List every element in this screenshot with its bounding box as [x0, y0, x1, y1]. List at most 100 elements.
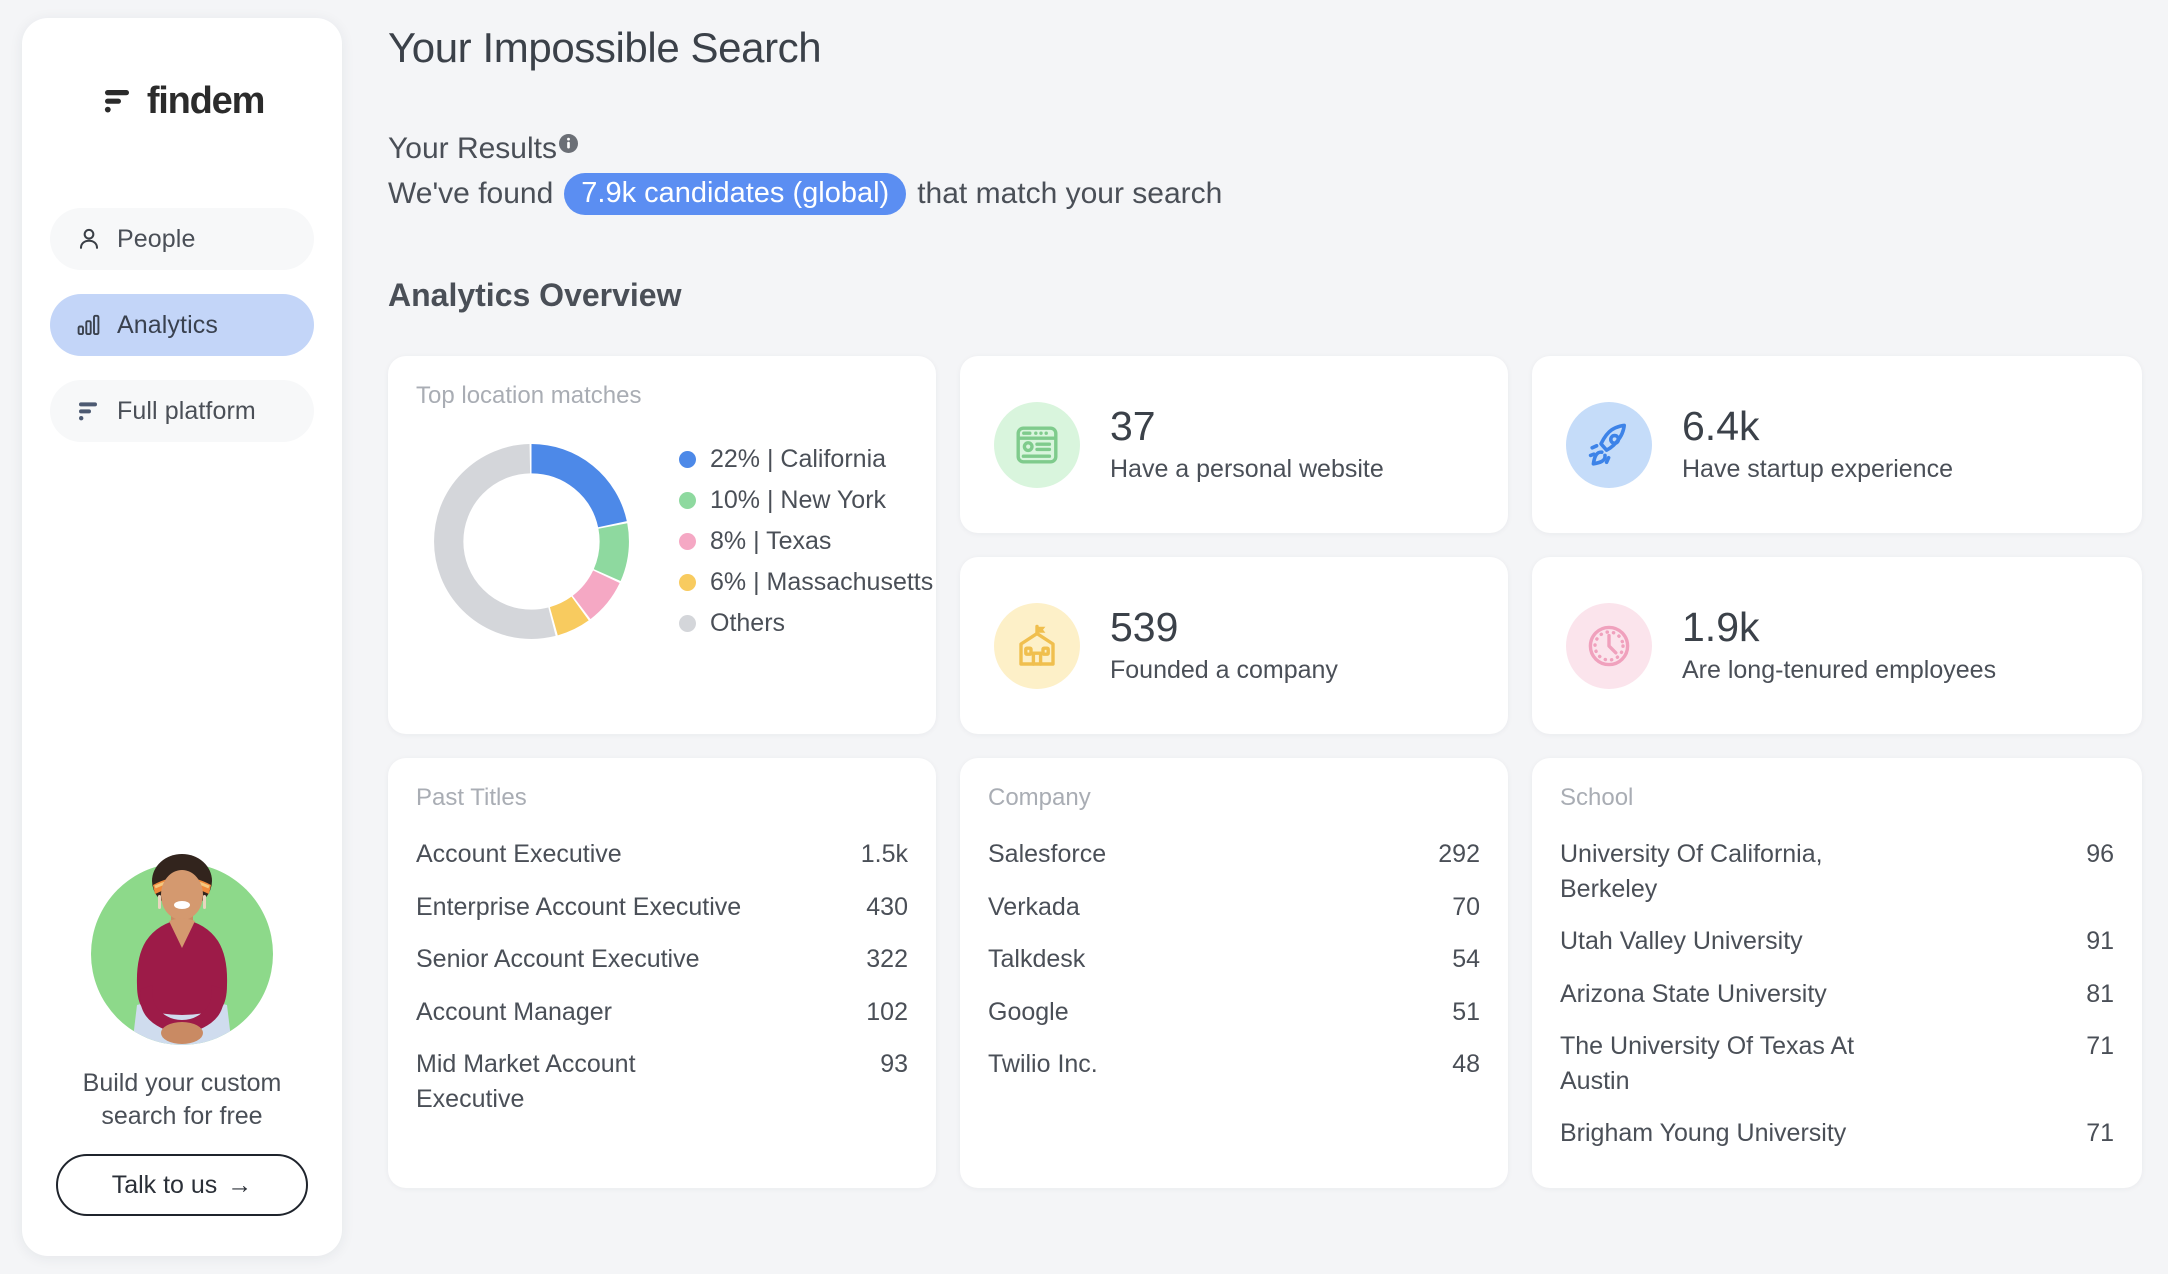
legend-color-dot — [679, 533, 696, 551]
list-item: University Of California, Berkeley 96 — [1560, 828, 2114, 915]
list-item-value: 96 — [2086, 840, 2114, 869]
legend-item: 22% | California — [679, 445, 933, 474]
past-titles-title: Past Titles — [416, 784, 527, 812]
stat-value-startup-experience: 6.4k — [1682, 402, 1760, 449]
list-item-value: 430 — [866, 892, 908, 921]
main-content: Your Impossible Search Your Results We'v… — [360, 0, 2168, 1274]
stat-value-long-tenured: 1.9k — [1682, 603, 1760, 650]
info-icon[interactable] — [558, 132, 578, 153]
stat-card-startup-experience: 6.4k Have startup experience — [1532, 356, 2142, 534]
cta-text: Build your custom search for free — [83, 1067, 282, 1132]
list-item-value: 91 — [2086, 927, 2114, 956]
talk-to-us-label: Talk to us — [111, 1170, 218, 1199]
list-item-name: Senior Account Executive — [416, 945, 700, 974]
page-title: Your Impossible Search — [388, 24, 822, 71]
list-item-value: 48 — [1452, 1050, 1480, 1079]
list-item-name: Twilio Inc. — [988, 1050, 1098, 1079]
legend-item: Others — [679, 609, 933, 638]
sidebar-card: findem People Analytics Full platform Bu… — [22, 18, 342, 1256]
list-item-value: 81 — [2086, 979, 2114, 1008]
school-title: School — [1560, 784, 1634, 812]
list-item: Google 51 — [988, 986, 1480, 1039]
results-label: Your Results — [388, 132, 557, 165]
past-titles-card: Past Titles Account Executive 1.5k Enterpr… — [388, 758, 936, 1189]
list-item-name: Account Manager — [416, 997, 612, 1026]
list-item: Twilio Inc. 48 — [988, 1038, 1480, 1091]
company-title: Company — [988, 784, 1091, 812]
results-heading: Your Results — [388, 132, 2142, 166]
legend-color-dot — [679, 492, 696, 510]
list-item-value: 70 — [1452, 892, 1480, 921]
findem-logo-mark-icon — [100, 84, 134, 118]
stat-label-long-tenured: Are long-tenured employees — [1682, 655, 1997, 684]
avatar — [91, 854, 273, 1045]
top-location-matches-title: Top location matches — [416, 382, 642, 410]
sidebar-item-analytics[interactable]: Analytics — [50, 294, 314, 356]
building-flag-icon — [994, 602, 1080, 689]
website-card-icon — [994, 401, 1080, 488]
list-item-name: Google — [988, 997, 1069, 1026]
list-item: Senior Account Executive 322 — [416, 933, 908, 986]
stat-label-founded-company: Founded a company — [1110, 655, 1338, 684]
talk-to-us-button[interactable]: Talk to us → — [56, 1154, 308, 1216]
stat-text-founded-company: 539 Founded a company — [1110, 603, 1338, 686]
list-item-value: 292 — [1438, 840, 1480, 869]
results-prefix: We've found — [388, 177, 554, 211]
findem-logo-text: findem — [146, 80, 266, 122]
list-item-name: Talkdesk — [988, 945, 1086, 974]
list-item-value: 71 — [2086, 1032, 2114, 1061]
analytics-column-middle: 37 Have a personal website 539 Founded a… — [960, 356, 1508, 1189]
list-item: Brigham Young University 71 — [1560, 1107, 2114, 1160]
school-card: School University Of California, Berkele… — [1532, 758, 2142, 1189]
list-item: Enterprise Account Executive 430 — [416, 881, 908, 934]
list-item-name: Utah Valley University — [1560, 927, 1803, 956]
stat-card-founded-company: 539 Founded a company — [960, 557, 1508, 735]
list-item: The University Of Texas At Austin 71 — [1560, 1020, 2114, 1107]
legend-label: Others — [710, 609, 786, 638]
sidebar-item-people-label: People — [117, 224, 196, 253]
person-icon — [76, 226, 102, 252]
sidebar-item-analytics-label: Analytics — [117, 310, 218, 339]
list-item: Salesforce 292 — [988, 828, 1480, 881]
sidebar-cta: Build your custom search for free Talk t… — [22, 854, 342, 1216]
company-list: Salesforce 292 Verkada 70 Talkdesk 54 Google 51… — [988, 828, 1480, 1091]
legend-color-dot — [679, 615, 696, 633]
list-item-name: Verkada — [988, 892, 1080, 921]
list-item-name: Mid Market Account Executive — [416, 1050, 636, 1113]
list-item-value: 71 — [2086, 1119, 2114, 1148]
list-item-value: 54 — [1452, 945, 1480, 974]
stat-text-long-tenured: 1.9k Are long-tenured employees — [1682, 603, 1997, 686]
donut-chart — [434, 444, 629, 640]
clock-icon — [1566, 602, 1652, 689]
list-item: Mid Market Account Executive 93 — [416, 1038, 908, 1125]
legend-label: 6% | Massachusetts — [710, 568, 934, 597]
school-list: University Of California, Berkeley 96 Utah… — [1560, 828, 2114, 1160]
list-item: Account Manager 102 — [416, 986, 908, 1039]
list-item-name: The University Of Texas At Austin — [1560, 1032, 1855, 1095]
list-item: Account Executive 1.5k — [416, 828, 908, 881]
results-summary: Your Results We've found 7.9k candidates… — [388, 132, 2142, 216]
sidebar: findem People Analytics Full platform Bu… — [0, 0, 360, 1274]
list-item-value: 1.5k — [860, 840, 908, 869]
stat-card-personal-website: 37 Have a personal website — [960, 356, 1508, 534]
sidebar-item-full-platform-label: Full platform — [117, 396, 256, 425]
legend-label: 10% | New York — [710, 486, 887, 515]
list-item-value: 51 — [1452, 997, 1480, 1026]
donut-chart-body: 22% | California 10% | New York 8% | Texas… — [416, 438, 933, 645]
analytics-column-left: Top location matches 22% | California 10%… — [388, 356, 936, 1189]
arrow-right-icon: → — [227, 1170, 253, 1199]
list-item-value: 93 — [880, 1050, 908, 1079]
stat-label-personal-website: Have a personal website — [1110, 454, 1384, 483]
list-item-name: Arizona State University — [1560, 979, 1827, 1008]
list-item: Utah Valley University 91 — [1560, 915, 2114, 968]
analytics-grid: Top location matches 22% | California 10%… — [388, 356, 2142, 1189]
section-title-analytics-overview: Analytics Overview — [388, 277, 682, 314]
stat-value-founded-company: 539 — [1110, 603, 1179, 650]
legend-item: 6% | Massachusetts — [679, 568, 933, 597]
list-item-name: Brigham Young University — [1560, 1119, 1847, 1148]
sidebar-item-full-platform[interactable]: Full platform — [50, 380, 314, 442]
candidate-count-badge: 7.9k candidates (global) — [564, 173, 907, 216]
sidebar-item-people[interactable]: People — [50, 208, 314, 270]
list-item-value: 322 — [866, 945, 908, 974]
list-item-name: University Of California, Berkeley — [1560, 840, 1823, 903]
